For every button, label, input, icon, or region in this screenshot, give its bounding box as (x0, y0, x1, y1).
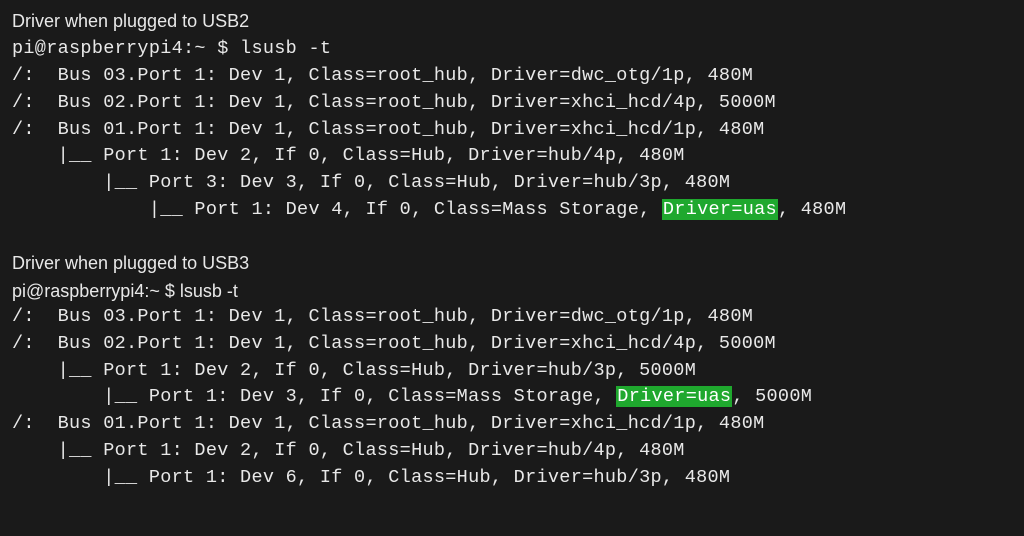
section-header: Driver when plugged to USB2 (12, 8, 1012, 34)
output-text: |__ Port 1: Dev 4, If 0, Class=Mass Stor… (12, 199, 662, 220)
output-line: /: Bus 02.Port 1: Dev 1, Class=root_hub,… (12, 90, 1012, 117)
output-line: |__ Port 1: Dev 4, If 0, Class=Mass Stor… (12, 197, 1012, 224)
output-line: /: Bus 03.Port 1: Dev 1, Class=root_hub,… (12, 63, 1012, 90)
output-line: |__ Port 1: Dev 6, If 0, Class=Hub, Driv… (12, 465, 1012, 492)
lsusb-output: /: Bus 03.Port 1: Dev 1, Class=root_hub,… (12, 304, 1012, 492)
output-line: /: Bus 01.Port 1: Dev 1, Class=root_hub,… (12, 117, 1012, 144)
shell-prompt: pi@raspberrypi4:~ $ lsusb -t (12, 36, 1012, 63)
lsusb-output: /: Bus 03.Port 1: Dev 1, Class=root_hub,… (12, 63, 1012, 224)
section-header: Driver when plugged to USB3 (12, 250, 1012, 276)
output-line: |__ Port 3: Dev 3, If 0, Class=Hub, Driv… (12, 170, 1012, 197)
terminal-block-usb3: Driver when plugged to USB3 pi@raspberry… (12, 250, 1012, 492)
output-line: /: Bus 03.Port 1: Dev 1, Class=root_hub,… (12, 304, 1012, 331)
output-text: , 5000M (732, 386, 812, 407)
output-text: |__ Port 1: Dev 3, If 0, Class=Mass Stor… (12, 386, 616, 407)
highlight-driver-uas: Driver=uas (616, 386, 732, 407)
output-line: |__ Port 1: Dev 2, If 0, Class=Hub, Driv… (12, 358, 1012, 385)
terminal-block-usb2: Driver when plugged to USB2 pi@raspberry… (12, 8, 1012, 224)
output-line: |__ Port 1: Dev 3, If 0, Class=Mass Stor… (12, 384, 1012, 411)
output-text: , 480M (778, 199, 846, 220)
highlight-driver-uas: Driver=uas (662, 199, 778, 220)
output-line: |__ Port 1: Dev 2, If 0, Class=Hub, Driv… (12, 143, 1012, 170)
output-line: /: Bus 01.Port 1: Dev 1, Class=root_hub,… (12, 411, 1012, 438)
output-line: |__ Port 1: Dev 2, If 0, Class=Hub, Driv… (12, 438, 1012, 465)
output-line: /: Bus 02.Port 1: Dev 1, Class=root_hub,… (12, 331, 1012, 358)
shell-prompt: pi@raspberrypi4:~ $ lsusb -t (12, 278, 1012, 304)
